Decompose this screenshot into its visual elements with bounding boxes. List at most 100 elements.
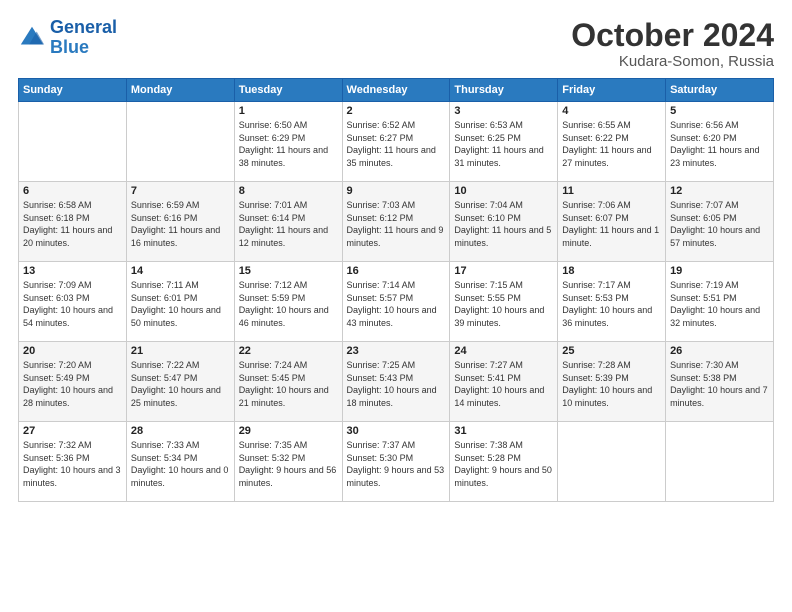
day-cell: 12 Sunrise: 7:07 AM Sunset: 6:05 PM Dayli… (666, 182, 774, 262)
col-monday: Monday (126, 79, 234, 102)
day-cell: 26Sunrise: 7:30 AM Sunset: 5:38 PM Dayli… (666, 342, 774, 422)
day-number: 18 (562, 265, 661, 277)
day-cell: 7 Sunrise: 6:59 AM Sunset: 6:16 PM Daylig… (126, 182, 234, 262)
day-info: Sunrise: 7:12 AM Sunset: 5:59 PM Dayligh… (239, 279, 338, 329)
day-info: Sunrise: 7:07 AM Sunset: 6:05 PM Dayligh… (670, 199, 769, 249)
header-row: Sunday Monday Tuesday Wednesday Thursday… (19, 79, 774, 102)
day-number: 3 (454, 105, 553, 117)
day-cell: 25Sunrise: 7:28 AM Sunset: 5:39 PM Dayli… (558, 342, 666, 422)
day-info: Sunrise: 7:28 AM Sunset: 5:39 PM Dayligh… (562, 359, 661, 409)
day-number: 14 (131, 265, 230, 277)
day-info: Sunrise: 7:03 AM Sunset: 6:12 PM Dayligh… (347, 199, 446, 249)
day-cell: 27 Sunrise: 7:32 AM Sunset: 5:36 PM Dayli… (19, 422, 127, 502)
day-cell: 9Sunrise: 7:03 AM Sunset: 6:12 PM Daylig… (342, 182, 450, 262)
location: Kudara-Somon, Russia (571, 53, 774, 70)
calendar-body: 1 Sunrise: 6:50 AM Sunset: 6:29 PM Daylig… (19, 102, 774, 502)
page: General Blue October 2024 Kudara-Somon, … (0, 0, 792, 612)
day-number: 12 (670, 185, 769, 197)
day-info: Sunrise: 7:37 AM Sunset: 5:30 PM Dayligh… (347, 439, 446, 489)
day-number: 22 (239, 345, 338, 357)
week-row-4: 27 Sunrise: 7:32 AM Sunset: 5:36 PM Dayli… (19, 422, 774, 502)
day-info: Sunrise: 7:09 AM Sunset: 6:03 PM Dayligh… (23, 279, 122, 329)
day-cell (558, 422, 666, 502)
day-number: 23 (347, 345, 446, 357)
col-wednesday: Wednesday (342, 79, 450, 102)
day-cell: 29 Sunrise: 7:35 AM Sunset: 5:32 PM Dayli… (234, 422, 342, 502)
day-cell: 8 Sunrise: 7:01 AM Sunset: 6:14 PM Daylig… (234, 182, 342, 262)
day-cell: 18 Sunrise: 7:17 AM Sunset: 5:53 PM Dayli… (558, 262, 666, 342)
day-info: Sunrise: 6:52 AM Sunset: 6:27 PM Dayligh… (347, 119, 446, 169)
day-cell: 11 Sunrise: 7:06 AM Sunset: 6:07 PM Dayli… (558, 182, 666, 262)
day-cell (126, 102, 234, 182)
day-info: Sunrise: 7:35 AM Sunset: 5:32 PM Dayligh… (239, 439, 338, 489)
day-info: Sunrise: 7:15 AM Sunset: 5:55 PM Dayligh… (454, 279, 553, 329)
day-info: Sunrise: 7:38 AM Sunset: 5:28 PM Dayligh… (454, 439, 553, 489)
day-info: Sunrise: 6:58 AM Sunset: 6:18 PM Dayligh… (23, 199, 122, 249)
day-info: Sunrise: 7:20 AM Sunset: 5:49 PM Dayligh… (23, 359, 122, 409)
col-saturday: Saturday (666, 79, 774, 102)
day-number: 2 (347, 105, 446, 117)
day-number: 7 (131, 185, 230, 197)
day-number: 26 (670, 345, 769, 357)
logo-text: General Blue (50, 18, 117, 58)
day-number: 31 (454, 425, 553, 437)
day-cell: 14Sunrise: 7:11 AM Sunset: 6:01 PM Dayli… (126, 262, 234, 342)
day-info: Sunrise: 6:50 AM Sunset: 6:29 PM Dayligh… (239, 119, 338, 169)
day-info: Sunrise: 6:53 AM Sunset: 6:25 PM Dayligh… (454, 119, 553, 169)
day-number: 5 (670, 105, 769, 117)
day-cell: 21 Sunrise: 7:22 AM Sunset: 5:47 PM Dayli… (126, 342, 234, 422)
calendar-header: Sunday Monday Tuesday Wednesday Thursday… (19, 79, 774, 102)
day-cell: 1 Sunrise: 6:50 AM Sunset: 6:29 PM Daylig… (234, 102, 342, 182)
day-number: 11 (562, 185, 661, 197)
col-sunday: Sunday (19, 79, 127, 102)
day-number: 27 (23, 425, 122, 437)
day-cell: 3 Sunrise: 6:53 AM Sunset: 6:25 PM Daylig… (450, 102, 558, 182)
day-number: 29 (239, 425, 338, 437)
day-number: 8 (239, 185, 338, 197)
day-info: Sunrise: 7:06 AM Sunset: 6:07 PM Dayligh… (562, 199, 661, 249)
day-cell: 16Sunrise: 7:14 AM Sunset: 5:57 PM Dayli… (342, 262, 450, 342)
day-number: 28 (131, 425, 230, 437)
day-cell (19, 102, 127, 182)
day-number: 15 (239, 265, 338, 277)
day-cell: 15 Sunrise: 7:12 AM Sunset: 5:59 PM Dayli… (234, 262, 342, 342)
day-cell: 31 Sunrise: 7:38 AM Sunset: 5:28 PM Dayli… (450, 422, 558, 502)
day-cell: 17Sunrise: 7:15 AM Sunset: 5:55 PM Dayli… (450, 262, 558, 342)
day-info: Sunrise: 7:22 AM Sunset: 5:47 PM Dayligh… (131, 359, 230, 409)
day-info: Sunrise: 7:19 AM Sunset: 5:51 PM Dayligh… (670, 279, 769, 329)
day-number: 4 (562, 105, 661, 117)
day-info: Sunrise: 7:17 AM Sunset: 5:53 PM Dayligh… (562, 279, 661, 329)
day-info: Sunrise: 7:14 AM Sunset: 5:57 PM Dayligh… (347, 279, 446, 329)
day-cell: 19 Sunrise: 7:19 AM Sunset: 5:51 PM Dayli… (666, 262, 774, 342)
day-number: 6 (23, 185, 122, 197)
day-cell: 30 Sunrise: 7:37 AM Sunset: 5:30 PM Dayli… (342, 422, 450, 502)
day-cell: 22Sunrise: 7:24 AM Sunset: 5:45 PM Dayli… (234, 342, 342, 422)
logo-blue: Blue (50, 37, 89, 57)
day-number: 30 (347, 425, 446, 437)
calendar-table: Sunday Monday Tuesday Wednesday Thursday… (18, 78, 774, 502)
day-info: Sunrise: 6:59 AM Sunset: 6:16 PM Dayligh… (131, 199, 230, 249)
day-info: Sunrise: 7:01 AM Sunset: 6:14 PM Dayligh… (239, 199, 338, 249)
day-cell: 6 Sunrise: 6:58 AM Sunset: 6:18 PM Daylig… (19, 182, 127, 262)
day-cell: 2 Sunrise: 6:52 AM Sunset: 6:27 PM Daylig… (342, 102, 450, 182)
header: General Blue October 2024 Kudara-Somon, … (18, 18, 774, 70)
day-number: 24 (454, 345, 553, 357)
day-cell: 13 Sunrise: 7:09 AM Sunset: 6:03 PM Dayli… (19, 262, 127, 342)
week-row-0: 1 Sunrise: 6:50 AM Sunset: 6:29 PM Daylig… (19, 102, 774, 182)
logo-icon (18, 24, 46, 52)
week-row-2: 13 Sunrise: 7:09 AM Sunset: 6:03 PM Dayli… (19, 262, 774, 342)
title-block: October 2024 Kudara-Somon, Russia (571, 18, 774, 70)
day-cell: 24 Sunrise: 7:27 AM Sunset: 5:41 PM Dayli… (450, 342, 558, 422)
day-cell: 28Sunrise: 7:33 AM Sunset: 5:34 PM Dayli… (126, 422, 234, 502)
day-info: Sunrise: 7:32 AM Sunset: 5:36 PM Dayligh… (23, 439, 122, 489)
day-number: 21 (131, 345, 230, 357)
day-number: 13 (23, 265, 122, 277)
col-thursday: Thursday (450, 79, 558, 102)
day-number: 19 (670, 265, 769, 277)
week-row-3: 20 Sunrise: 7:20 AM Sunset: 5:49 PM Dayli… (19, 342, 774, 422)
month-title: October 2024 (571, 18, 774, 53)
day-number: 20 (23, 345, 122, 357)
day-info: Sunrise: 7:27 AM Sunset: 5:41 PM Dayligh… (454, 359, 553, 409)
day-cell: 10Sunrise: 7:04 AM Sunset: 6:10 PM Dayli… (450, 182, 558, 262)
day-number: 1 (239, 105, 338, 117)
